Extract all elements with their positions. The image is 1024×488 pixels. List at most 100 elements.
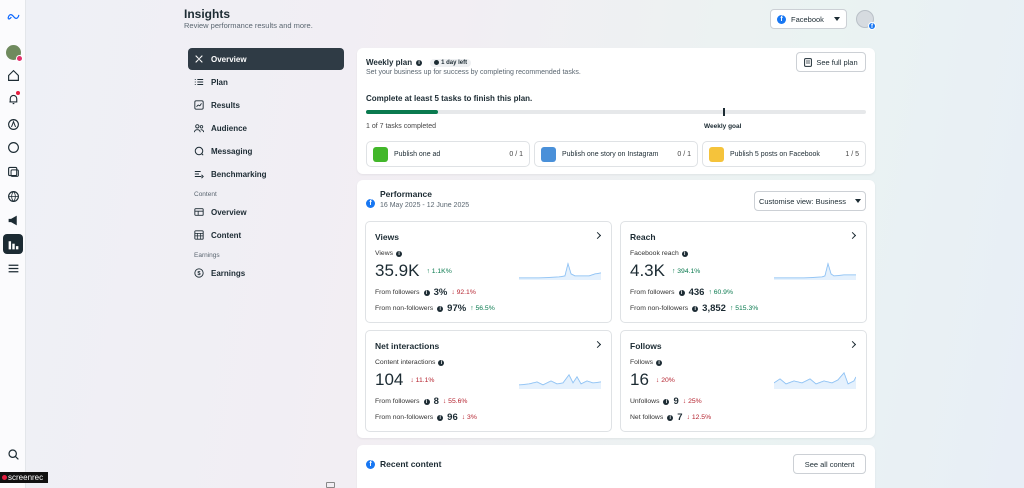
views-metric-card[interactable]: Views Views i 35.9K ↑ 1.1K% From follower… [365,221,612,323]
ad-thumbnail-icon [373,146,388,162]
reach-sparkline [774,262,856,280]
nav-item-audience[interactable]: Audience [188,117,344,139]
metric-value-row: 104 ↓ 11.1% [375,370,434,390]
screenrec-watermark: screenrec [0,472,48,483]
info-icon: i [437,414,444,421]
insights-nav: Overview Plan Results Audience Messaging… [188,48,344,285]
views-sparkline [519,262,601,280]
nav-item-label: Messaging [211,146,253,156]
content-overview-icon [194,208,204,216]
info-icon: i [438,359,445,366]
metric-value: 16 [630,370,649,389]
facebook-icon: f [777,14,786,24]
chevron-right-icon [848,231,857,240]
see-full-plan-button[interactable]: See full plan [796,52,866,72]
meta-logo-icon[interactable] [3,6,23,26]
metric-value-row: 4.3K ↑ 394.1% [630,261,700,281]
nav-item-label: Plan [211,77,228,87]
nav-item-plan[interactable]: Plan [188,71,344,93]
task-label: Publish one ad [394,150,441,158]
content-library-icon[interactable] [3,161,23,181]
overview-icon [195,55,203,63]
performance-title: Performance [380,189,432,199]
reach-metric-card[interactable]: Reach Facebook reach i 4.3K ↑ 394.1% From… [620,221,867,323]
follows-metric-card[interactable]: Follows Follows i 16 ↓ 20% Unfollows i 9 ↓… [620,330,867,432]
metric-row-non-followers: From non-followers i 96 ↓ 3% [375,412,477,423]
facebook-icon: f [366,199,375,208]
nav-item-label: Audience [211,123,248,133]
nav-section-content: Content [194,191,217,198]
metric-value: 104 [375,370,404,389]
nav-item-messaging[interactable]: Messaging [188,140,344,162]
task-label: Publish 5 posts on Facebook [730,150,820,158]
nav-item-content-overview[interactable]: Overview [188,201,344,223]
profile-avatar[interactable] [3,42,23,62]
nav-item-label: Overview [211,207,247,217]
info-icon: i [437,305,444,312]
home-icon[interactable] [3,65,23,85]
task-publish-posts[interactable]: Publish 5 posts on Facebook 1 / 5 [702,141,866,167]
account-avatar[interactable]: f [856,10,876,30]
metric-value: 4.3K [630,261,665,280]
customise-view-dropdown[interactable]: Customise view: Business [754,191,866,211]
nav-item-label: Content [211,230,242,240]
recent-content-title-row: f Recent content [366,459,441,469]
earnings-icon: $ [194,268,204,278]
nav-item-content[interactable]: Content [188,224,344,246]
nav-item-earnings[interactable]: $ Earnings [188,262,344,284]
metric-row-non-followers: From non-followers i 97% ↑ 56.5% [375,303,495,314]
task-publish-story[interactable]: Publish one story on Instagram 0 / 1 [534,141,698,167]
metric-value-row: 35.9K ↑ 1.1K% [375,261,452,281]
document-icon [804,57,813,67]
story-thumbnail-icon [541,146,556,162]
metric-title: Reach [630,232,656,242]
info-icon[interactable]: i [416,59,423,66]
collapse-panel-icon[interactable] [326,482,335,488]
interactions-metric-card[interactable]: Net interactions Content interactions i 1… [365,330,612,432]
info-icon: i [423,289,430,296]
info-icon: i [396,250,403,257]
metric-label: Content interactions i [375,359,445,366]
nav-item-overview[interactable]: Overview [188,48,344,70]
plan-icon [194,79,204,85]
weekly-plan-card: Weekly plan i 1 day left Set your busine… [357,48,875,174]
menu-icon[interactable] [3,258,23,278]
metric-row-followers: From followers i 8 ↓ 55.6% [375,396,468,407]
left-rail [0,0,26,488]
see-all-content-button[interactable]: See all content [793,454,866,474]
task-publish-ad[interactable]: Publish one ad 0 / 1 [366,141,530,167]
metric-title: Follows [630,341,662,351]
metric-row-non-followers: From non-followers i 3,852 ↑ 515.3% [630,303,759,314]
nav-item-label: Benchmarking [211,169,267,179]
nav-item-results[interactable]: Results [188,94,344,116]
recent-content-card: f Recent content See all content [357,445,875,488]
info-icon: i [663,398,670,405]
metric-change: ↑ 394.1% [671,267,701,275]
nav-item-benchmarking[interactable]: Benchmarking [188,163,344,185]
globe-icon[interactable] [3,186,23,206]
caret-down-icon [834,17,840,21]
info-icon: i [681,250,688,257]
metric-title: Views [375,232,399,242]
facebook-badge-icon: f [868,22,876,30]
metric-change: ↑ 1.1K% [426,267,452,275]
metric-row-followers: From followers i 3% ↓ 92.1% [375,287,476,298]
ads-icon[interactable] [3,114,23,134]
info-icon: i [667,414,674,421]
time-left-label: 1 day left [441,59,468,66]
plan-goal-text: Complete at least 5 tasks to finish this… [366,94,533,103]
metric-value-row: 16 ↓ 20% [630,370,675,390]
interactions-sparkline [519,374,601,389]
time-left-badge: 1 day left [430,58,472,67]
platform-selector[interactable]: f Facebook [770,9,847,29]
page-title: Insights [184,7,231,21]
notifications-icon[interactable] [3,89,23,109]
metric-row-followers: From followers i 436 ↑ 60.9% [630,287,734,298]
messages-icon[interactable] [3,137,23,157]
search-icon[interactable] [3,444,23,464]
megaphone-icon[interactable] [3,210,23,230]
insights-icon[interactable] [3,234,23,254]
weekly-goal-label: Weekly goal [704,123,742,130]
metric-row-unfollows: Unfollows i 9 ↓ 25% [630,396,702,407]
results-icon [194,100,204,110]
